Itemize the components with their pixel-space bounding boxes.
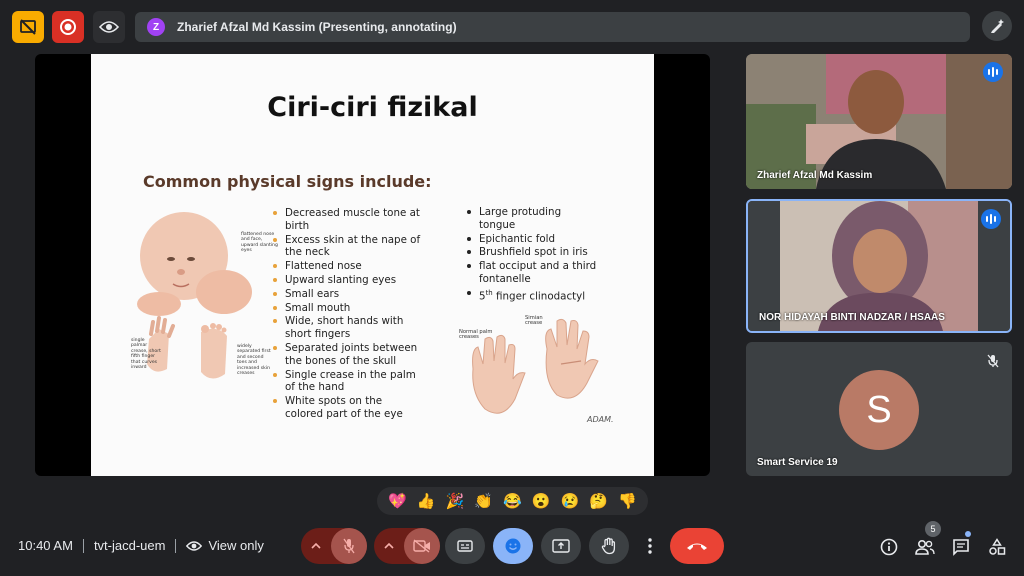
present-button[interactable] [541, 528, 581, 564]
bullet-item: Flattened nose [273, 260, 423, 273]
bullet-item: White spots on the colored part of the e… [273, 395, 423, 421]
more-options-button[interactable] [638, 528, 662, 564]
activities-icon[interactable] [986, 536, 1008, 558]
view-mode-label: View only [208, 538, 264, 553]
visibility-icon[interactable] [93, 11, 125, 43]
raise-hand-button[interactable] [589, 528, 629, 564]
bullet-item: Decreased muscle tone at birth [273, 207, 423, 233]
mic-control-group[interactable] [301, 528, 367, 564]
bullet-item: Large protuding tongue [467, 206, 597, 232]
signs-list-left: Decreased muscle tone at birth Excess ski… [273, 207, 423, 422]
end-call-icon [687, 543, 707, 550]
reaction-emoji[interactable]: 😮 [530, 492, 552, 510]
adam-credit: ADAM. [587, 415, 614, 424]
reaction-emoji[interactable]: 👎 [617, 492, 639, 510]
presenter-avatar: Z [147, 18, 165, 36]
reaction-emoji[interactable]: 🤔 [588, 492, 610, 510]
slide-title: Ciri-ciri fizikal [267, 92, 478, 123]
presentation-off-icon[interactable] [12, 11, 44, 43]
divider [175, 538, 177, 553]
label-palm: single palmar crease, short fifth finger… [131, 338, 161, 371]
meet-window: Z Zharief Afzal Md Kassim (Presenting, a… [0, 0, 1024, 576]
chat-icon[interactable] [950, 536, 972, 558]
label-simian: Simian crease [525, 315, 543, 327]
meeting-code[interactable]: tvt-jacd-uem [94, 538, 166, 553]
camera-off-icon[interactable] [404, 528, 440, 564]
slide-subtitle: Common physical signs include: [143, 172, 432, 191]
bullet-item: 5th finger clinodactyl [467, 287, 597, 303]
presenter-label: Zharief Afzal Md Kassim (Presenting, ann… [177, 20, 457, 34]
speaking-indicator-icon [981, 209, 1001, 229]
leave-call-button[interactable] [670, 528, 724, 564]
chat-notification-dot [965, 531, 971, 537]
reaction-emoji[interactable]: 💖 [386, 492, 408, 510]
label-normal-palm: Normal palm creases [459, 329, 493, 341]
participant-name: Zharief Afzal Md Kassim [757, 170, 873, 181]
participant-video-1 [746, 54, 1012, 189]
emoji-icon [505, 538, 521, 554]
presenter-banner[interactable]: Z Zharief Afzal Md Kassim (Presenting, a… [135, 12, 970, 42]
bullet-item: Upward slanting eyes [273, 274, 423, 287]
captions-button[interactable] [445, 528, 485, 564]
reaction-emoji[interactable]: 🎉 [444, 492, 466, 510]
chevron-up-icon[interactable] [384, 542, 394, 550]
chevron-up-icon[interactable] [311, 542, 321, 550]
bullet-item: Epichantic fold [467, 233, 597, 246]
people-count-badge: 5 [925, 521, 941, 537]
eye-icon [186, 540, 203, 551]
reaction-emoji[interactable]: 😢 [559, 492, 581, 510]
participant-tile-2[interactable]: NOR HIDAYAH BINTI NADZAR / HSAAS [746, 199, 1012, 333]
bullet-item: Excess skin at the nape of the neck [273, 234, 423, 260]
captions-icon [457, 540, 473, 552]
divider [82, 538, 84, 553]
annotate-pen-icon[interactable] [982, 11, 1012, 41]
camera-control-group[interactable] [374, 528, 440, 564]
participant-avatar: S [839, 370, 919, 450]
bullet-item: Small mouth [273, 302, 423, 315]
bullet-item: Brushfield spot in iris [467, 246, 597, 259]
reaction-emoji[interactable]: 👏 [473, 492, 495, 510]
bullet-item: Separated joints between the bones of th… [273, 342, 423, 368]
speaking-indicator-icon [983, 62, 1003, 82]
more-vert-icon [648, 538, 652, 554]
people-icon[interactable] [914, 536, 936, 558]
participant-name: NOR HIDAYAH BINTI NADZAR / HSAAS [759, 312, 945, 323]
presentation-stage: Ciri-ciri fizikal Common physical signs … [35, 54, 710, 476]
meeting-info: 10:40 AM tvt-jacd-uem View only [18, 538, 264, 553]
bullet-item: Wide, short hands with short fingers [273, 315, 423, 341]
reactions-bar: 💖 👍 🎉 👏 😂 😮 😢 🤔 👎 [377, 487, 648, 515]
signs-list-right: Large protuding tongue Epichantic fold Bru… [467, 206, 597, 304]
reaction-emoji[interactable]: 😂 [501, 492, 523, 510]
mic-off-icon[interactable] [331, 528, 367, 564]
reactions-button[interactable] [493, 528, 533, 564]
reaction-emoji[interactable]: 👍 [415, 492, 437, 510]
bullet-item: Small ears [273, 288, 423, 301]
meeting-details-icon[interactable] [878, 536, 900, 558]
participant-name: Smart Service 19 [757, 457, 838, 468]
participant-tile-3[interactable]: S Smart Service 19 [746, 342, 1012, 476]
participant-tile-1[interactable]: Zharief Afzal Md Kassim [746, 54, 1012, 189]
mic-off-icon [983, 351, 1003, 371]
bullet-item: Single crease in the palm of the hand [273, 369, 423, 395]
label-toes: widely separated first and second toes a… [237, 344, 271, 377]
hand-icon [601, 537, 616, 555]
clock-time: 10:40 AM [18, 538, 73, 553]
bullet-item: flat occiput and a third fontanelle [467, 260, 597, 286]
slide: Ciri-ciri fizikal Common physical signs … [91, 54, 654, 476]
present-screen-icon [552, 539, 570, 553]
recording-icon[interactable] [52, 11, 84, 43]
